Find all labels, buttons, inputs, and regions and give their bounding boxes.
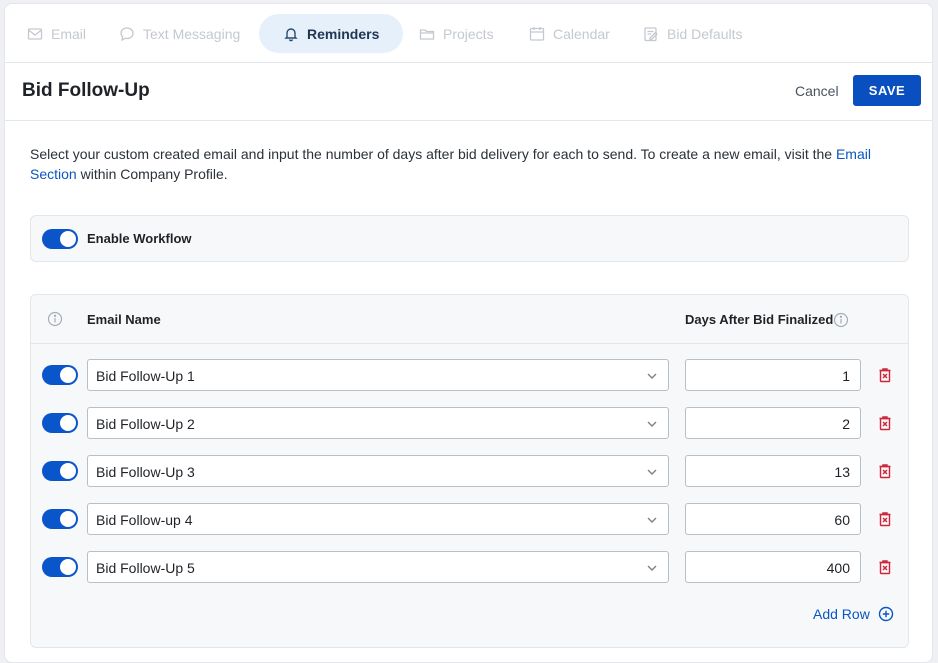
chevron-down-icon xyxy=(647,565,657,571)
page-title: Bid Follow-Up xyxy=(22,80,150,101)
table-row: Bid Follow-up 4 60 xyxy=(31,503,908,535)
days-input[interactable]: 400 xyxy=(685,551,861,583)
folder-icon xyxy=(419,28,435,40)
reminders-table: Email Name Days After Bid Finalized Bid … xyxy=(30,294,909,648)
tab-label: Bid Defaults xyxy=(667,25,743,42)
row-enable-toggle[interactable] xyxy=(42,557,78,577)
trash-icon[interactable] xyxy=(877,511,893,527)
chat-icon xyxy=(120,26,134,41)
chevron-down-icon xyxy=(647,421,657,427)
bell-icon xyxy=(284,27,298,41)
row-enable-toggle[interactable] xyxy=(42,461,78,481)
email-select-value: Bid Follow-Up 5 xyxy=(96,560,195,576)
days-input[interactable]: 2 xyxy=(685,407,861,439)
chevron-down-icon xyxy=(647,469,657,475)
column-header-days-after: Days After Bid Finalized xyxy=(685,312,834,327)
mail-icon xyxy=(27,27,43,40)
intro-text: Select your custom created email and inp… xyxy=(30,144,900,184)
info-icon[interactable] xyxy=(833,312,849,328)
chevron-down-icon xyxy=(647,517,657,523)
tab-projects[interactable]: Projects xyxy=(419,14,494,53)
page-header: Bid Follow-Up Cancel SAVE xyxy=(5,63,932,121)
enable-workflow-toggle[interactable] xyxy=(42,229,78,249)
intro-text-before: Select your custom created email and inp… xyxy=(30,146,836,162)
email-select[interactable]: Bid Follow-Up 5 xyxy=(87,551,669,583)
cancel-button[interactable]: Cancel xyxy=(795,83,839,99)
row-enable-toggle[interactable] xyxy=(42,413,78,433)
days-input-value: 13 xyxy=(834,464,850,480)
header-divider xyxy=(31,343,908,344)
tab-reminders[interactable]: Reminders xyxy=(259,14,404,53)
trash-icon[interactable] xyxy=(877,559,893,575)
info-icon[interactable] xyxy=(47,311,63,327)
days-input-value: 60 xyxy=(834,512,850,528)
days-input[interactable]: 1 xyxy=(685,359,861,391)
tab-email[interactable]: Email xyxy=(27,14,86,53)
tab-bar: Email Text Messaging Reminders Projects … xyxy=(5,4,932,63)
document-edit-icon xyxy=(644,26,658,41)
intro-text-after: within Company Profile. xyxy=(76,166,228,182)
table-row: Bid Follow-Up 1 1 xyxy=(31,359,908,391)
save-button[interactable]: SAVE xyxy=(853,75,921,106)
email-select[interactable]: Bid Follow-up 4 xyxy=(87,503,669,535)
column-header-email-name: Email Name xyxy=(87,312,161,327)
email-select[interactable]: Bid Follow-Up 2 xyxy=(87,407,669,439)
email-select-value: Bid Follow-up 4 xyxy=(96,512,193,528)
days-input-value: 2 xyxy=(842,416,850,432)
email-select-value: Bid Follow-Up 3 xyxy=(96,464,195,480)
tab-bid-defaults[interactable]: Bid Defaults xyxy=(643,14,742,53)
email-select[interactable]: Bid Follow-Up 1 xyxy=(87,359,669,391)
enable-workflow-label: Enable Workflow xyxy=(87,231,192,246)
email-select-value: Bid Follow-Up 1 xyxy=(96,368,195,384)
tab-label: Email xyxy=(51,25,87,42)
tab-label: Reminders xyxy=(307,25,380,42)
tab-label: Calendar xyxy=(553,25,610,42)
days-input[interactable]: 60 xyxy=(685,503,861,535)
row-enable-toggle[interactable] xyxy=(42,365,78,385)
add-row-label: Add Row xyxy=(813,606,870,622)
enable-workflow-panel: Enable Workflow xyxy=(30,215,909,262)
tab-calendar[interactable]: Calendar xyxy=(529,14,610,53)
settings-card: Email Text Messaging Reminders Projects … xyxy=(4,3,933,663)
days-input-value: 400 xyxy=(826,560,850,576)
trash-icon[interactable] xyxy=(877,415,893,431)
email-select[interactable]: Bid Follow-Up 3 xyxy=(87,455,669,487)
table-row: Bid Follow-Up 5 400 xyxy=(31,551,908,583)
table-row: Bid Follow-Up 2 2 xyxy=(31,407,908,439)
trash-icon[interactable] xyxy=(877,463,893,479)
trash-icon[interactable] xyxy=(877,367,893,383)
table-row: Bid Follow-Up 3 13 xyxy=(31,455,908,487)
email-select-value: Bid Follow-Up 2 xyxy=(96,416,195,432)
days-input[interactable]: 13 xyxy=(685,455,861,487)
days-input-value: 1 xyxy=(842,368,850,384)
add-row-button[interactable]: Add Row xyxy=(813,606,894,622)
tab-label: Projects xyxy=(443,25,494,42)
tab-text-messaging[interactable]: Text Messaging xyxy=(119,14,240,53)
plus-circle-icon xyxy=(878,606,894,622)
calendar-icon xyxy=(529,26,545,41)
tab-label: Text Messaging xyxy=(143,25,241,42)
chevron-down-icon xyxy=(647,373,657,379)
row-enable-toggle[interactable] xyxy=(42,509,78,529)
